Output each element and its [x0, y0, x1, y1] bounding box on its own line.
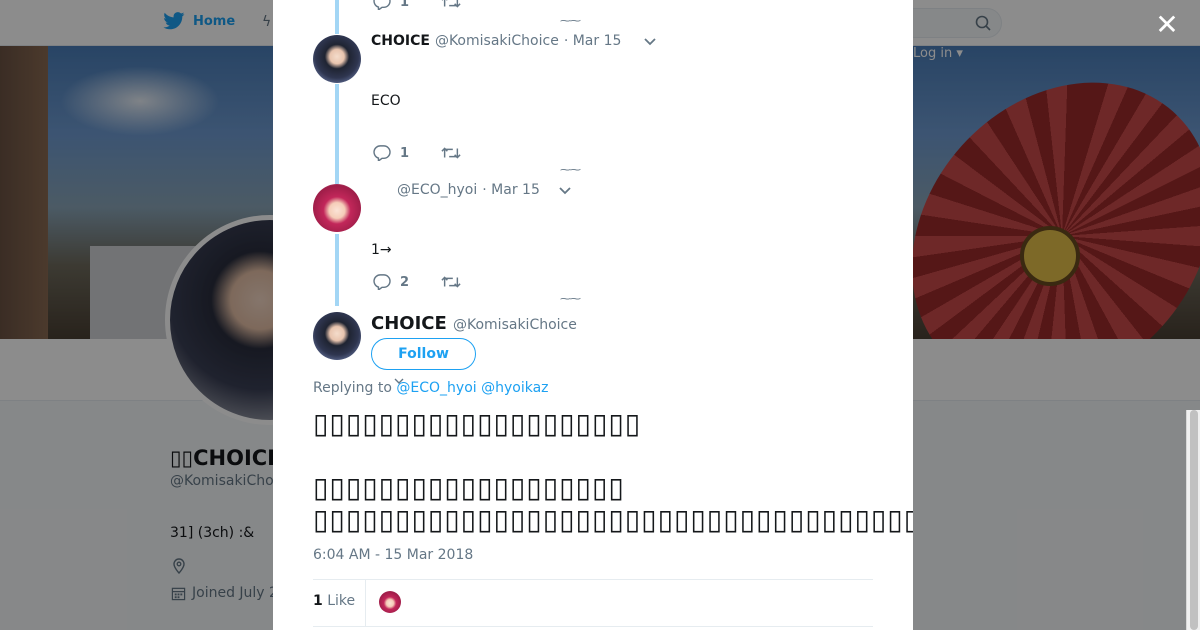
follow-button[interactable]: Follow	[371, 338, 476, 370]
like-stats[interactable]: 1 Like	[313, 593, 355, 609]
reply-count: 1	[400, 0, 410, 10]
main-tweet-author-name[interactable]: CHOICE	[371, 313, 447, 334]
scrollbar-thumb[interactable]	[1190, 410, 1198, 630]
tweet-author-name[interactable]: CHOICE	[371, 33, 430, 49]
tweet-author-avatar[interactable]	[313, 35, 361, 83]
divider	[313, 579, 873, 580]
like-label: Like	[327, 593, 356, 609]
tweet-author-handle[interactable]: @KomisakiChoice	[435, 33, 559, 49]
reply-count: 2	[400, 274, 410, 290]
retweet-icon	[441, 0, 461, 8]
tweet-actions: 1	[373, 145, 493, 161]
reply-button[interactable]: 1	[373, 145, 409, 161]
thread-line	[335, 234, 339, 306]
retweet-icon	[441, 147, 461, 159]
tweet-header: CHOICE @KomisakiChoice · Mar 15	[371, 33, 621, 49]
more-dots-icon[interactable]: ⁓⁓	[560, 14, 581, 27]
tweet-author-avatar[interactable]	[313, 184, 361, 232]
more-dots-icon[interactable]: ⁓⁓	[560, 292, 581, 305]
tweet-permalink-modal: 1 ⁓⁓ CHOICE @KomisakiChoice · Mar 15 ECO…	[273, 0, 913, 630]
reply-count: 1	[400, 145, 410, 161]
page-scrollbar[interactable]	[1186, 410, 1200, 630]
replying-to-label: Replying to	[313, 380, 392, 396]
reply-icon	[373, 0, 391, 10]
reply-button[interactable]: 2	[373, 274, 409, 290]
liker-avatar[interactable]	[379, 591, 401, 613]
replying-to: Replying to @ECO_hyoi @hyoikaz	[313, 380, 549, 396]
thread-line	[335, 0, 339, 34]
reply-button[interactable]: 1	[373, 0, 409, 10]
main-tweet-author-handle[interactable]: @KomisakiChoice	[453, 317, 577, 333]
main-tweet-text-line: ▯▯▯▯▯▯▯▯▯▯▯▯▯▯▯▯▯▯▯▯▯▯▯▯▯▯▯▯▯▯▯▯▯▯▯▯▯▯▯▯…	[313, 503, 913, 536]
tweet-actions: 2	[373, 274, 493, 290]
reply-icon	[373, 274, 391, 290]
reply-icon	[373, 145, 391, 161]
like-count: 1	[313, 593, 323, 609]
chevron-down-icon[interactable]	[558, 186, 572, 196]
retweet-button[interactable]	[441, 146, 461, 160]
chevron-down-icon[interactable]	[643, 37, 657, 47]
tweet-actions: 1	[373, 0, 493, 10]
main-tweet-text-line: ▯▯▯▯▯▯▯▯▯▯▯▯▯▯▯▯▯▯▯▯	[313, 407, 642, 440]
tweet-date[interactable]: · Mar 15	[564, 33, 622, 49]
divider	[313, 626, 873, 627]
tweet-text: 1→	[371, 242, 392, 258]
tweet-date[interactable]: · Mar 15	[482, 182, 540, 198]
divider	[365, 580, 366, 626]
tweet-author-handle[interactable]: @ECO_hyoi	[397, 182, 477, 198]
main-tweet-text-line: ▯▯▯▯▯▯▯▯▯▯▯▯▯▯▯▯▯▯▯	[313, 471, 625, 504]
main-tweet-author-avatar[interactable]	[313, 312, 361, 360]
thread-line	[335, 84, 339, 184]
tweet-text: ECO	[371, 93, 401, 109]
close-modal-button[interactable]: ✕	[1154, 11, 1180, 39]
replying-to-user-link[interactable]: @hyoikaz	[481, 380, 548, 396]
replying-to-user-link[interactable]: @ECO_hyoi	[396, 380, 476, 396]
tweet-header: @ECO_hyoi · Mar 15	[392, 182, 540, 198]
retweet-icon	[441, 276, 461, 288]
more-dots-icon[interactable]: ⁓⁓	[560, 163, 581, 176]
retweet-button[interactable]	[441, 0, 461, 9]
main-tweet-timestamp[interactable]: 6:04 AM - 15 Mar 2018	[313, 547, 473, 563]
retweet-button[interactable]	[441, 275, 461, 289]
